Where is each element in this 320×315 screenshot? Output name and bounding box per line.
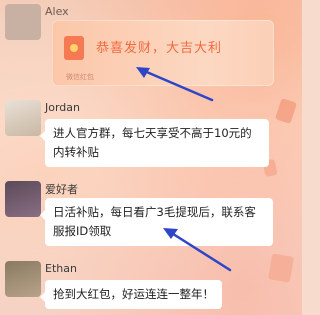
message-bubble[interactable]: 日活补贴，每日看广3毛提现后，联系客服报ID领取 — [40, 198, 273, 246]
sender-name: Jordan — [45, 101, 80, 114]
avatar[interactable] — [5, 4, 41, 40]
sender-name: Alex — [45, 5, 69, 18]
sender-name: Ethan — [45, 262, 77, 275]
message-bubble[interactable]: 进人官方群，每七天享受不高于10元的内转补贴 — [40, 119, 269, 167]
sender-name: 爱好者 — [45, 183, 78, 196]
avatar[interactable] — [5, 181, 41, 217]
message-bubble[interactable]: 抢到大红包，好运连连一整年！ — [40, 280, 222, 309]
avatar[interactable] — [5, 261, 41, 297]
red-packet-icon — [64, 36, 84, 60]
decorative-lantern — [267, 253, 295, 283]
red-packet-footer: 微信红包 — [66, 73, 94, 81]
red-packet[interactable]: 恭喜发财，大吉大利 微信红包 — [52, 20, 274, 86]
red-packet-greeting: 恭喜发财，大吉大利 — [96, 41, 223, 56]
avatar[interactable] — [5, 100, 41, 136]
